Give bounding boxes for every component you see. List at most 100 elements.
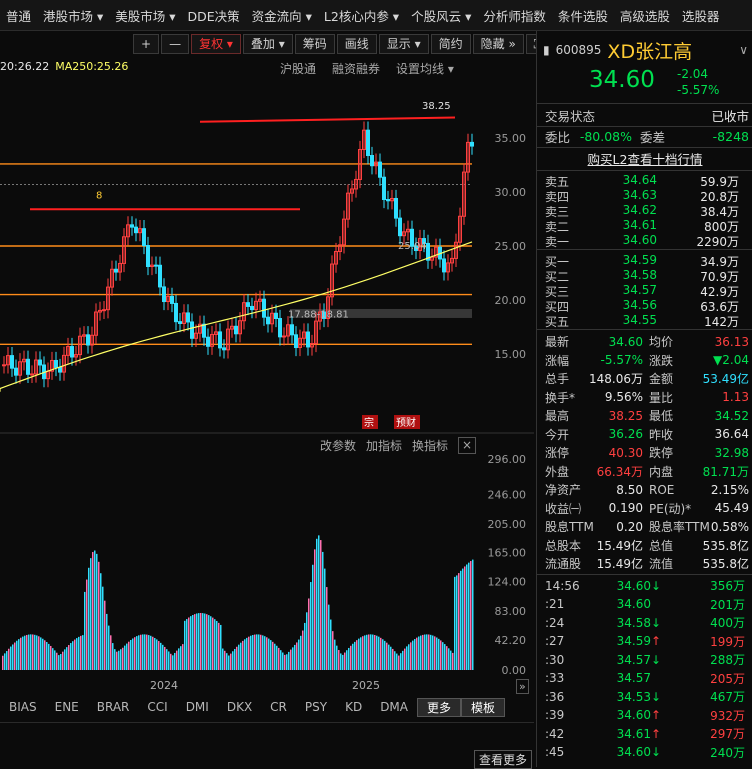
draw-line-button[interactable]: 画线 xyxy=(336,34,377,54)
volume-bar xyxy=(268,638,270,670)
volume-bar xyxy=(22,636,24,670)
volume-bar xyxy=(180,646,182,670)
volume-bar xyxy=(128,641,130,670)
sell-level-label: 卖二 xyxy=(545,220,570,234)
switch-indicator-button[interactable]: 换指标 xyxy=(412,437,448,454)
buy-level-price: 34.58 xyxy=(622,268,657,282)
volume-bar xyxy=(332,631,334,670)
stat-value: -5.57% xyxy=(600,353,643,367)
tick-row: :24 34.58↓ 400万 xyxy=(537,614,752,631)
volume-bar xyxy=(166,649,168,670)
view-more-button[interactable]: 查看更多 xyxy=(474,750,533,769)
more-indicators-button[interactable]: 更多 xyxy=(417,697,462,717)
add-indicator-button[interactable]: 加指标 xyxy=(366,437,402,454)
indicator-cr[interactable]: CR xyxy=(261,700,296,714)
indicator-cci[interactable]: CCI xyxy=(138,700,176,714)
overlay-button[interactable]: 叠加 ▾ xyxy=(242,34,293,54)
buy-level-row: 买一 34.59 34.9万 xyxy=(537,253,752,269)
display-button[interactable]: 显示 ▾ xyxy=(378,34,429,54)
indicator-dmi[interactable]: DMI xyxy=(177,700,218,714)
tick-row: :45 34.60↓ 240万 xyxy=(537,744,752,761)
menu-item[interactable]: 港股市场 ▾ xyxy=(37,6,109,25)
volume-chart[interactable]: 296.00 246.00 205.00 165.00 124.00 83.00 42.20… xyxy=(0,455,534,675)
indicator-bias[interactable]: BIAS xyxy=(0,700,46,714)
volume-bar xyxy=(410,642,412,670)
indicator-dma[interactable]: DMA xyxy=(371,700,417,714)
indicator-psy[interactable]: PSY xyxy=(296,700,336,714)
stock-code: 600895 xyxy=(555,43,602,57)
candle-body xyxy=(306,331,310,348)
vol-axis-label: 42.20 xyxy=(495,634,527,647)
close-icon[interactable]: × xyxy=(458,437,477,454)
scroll-right-icon[interactable]: » xyxy=(516,679,529,694)
stat-label: 总股本 xyxy=(545,538,582,553)
menu-item[interactable]: 选股器 xyxy=(676,6,726,25)
indicator-dkx[interactable]: DKX xyxy=(218,700,261,714)
volume-bar xyxy=(150,635,152,670)
dropdown-icon[interactable]: ▮ xyxy=(543,43,550,57)
indicator-brar[interactable]: BRAR xyxy=(88,700,139,714)
volume-bar xyxy=(330,619,332,670)
menu-item[interactable]: 条件选股 xyxy=(552,6,614,25)
candle-body xyxy=(58,366,62,373)
zoom-in-button[interactable]: + xyxy=(133,34,160,54)
tick-time: :24 xyxy=(545,615,565,630)
volume-bar xyxy=(218,622,220,670)
volume-bar xyxy=(356,640,358,670)
volume-bar xyxy=(336,645,338,670)
template-button[interactable]: 模板 xyxy=(461,697,506,717)
tab-margin[interactable]: 融资融券 xyxy=(332,60,380,77)
trade-status: 已收市 xyxy=(711,109,749,124)
tab-ma-settings[interactable]: 设置均线 ▾ xyxy=(396,60,454,77)
buy-level-volume: 142万 xyxy=(704,315,739,329)
candle-body xyxy=(262,298,266,318)
change-percent: -5.57% xyxy=(677,83,720,97)
volume-bar xyxy=(34,634,36,670)
menu-item[interactable]: 个股风云 ▾ xyxy=(405,6,477,25)
simple-button[interactable]: 简约 xyxy=(430,34,471,54)
buy-l2-link[interactable]: 购买L2查看十档行情 xyxy=(537,150,752,167)
menu-item[interactable]: DDE决策 xyxy=(182,6,246,25)
volume-bar xyxy=(256,634,258,670)
volume-bar xyxy=(6,651,8,670)
stat-value: 535.8亿 xyxy=(702,557,749,571)
volume-bar xyxy=(152,636,154,670)
sell-level-row: 卖二 34.61 800万 xyxy=(537,218,752,234)
stat-value: 9.56% xyxy=(604,390,643,404)
indicator-kd[interactable]: KD xyxy=(336,700,371,714)
volume-bar xyxy=(352,643,354,670)
volume-bar xyxy=(48,643,50,670)
sell-level-row: 卖三 34.62 38.4万 xyxy=(537,203,752,219)
candle-body xyxy=(370,155,374,167)
volume-bar xyxy=(86,579,88,670)
sell-level-price: 34.62 xyxy=(622,203,657,217)
volume-bar xyxy=(436,637,438,670)
volume-bar xyxy=(114,649,116,670)
tick-row: :30 34.57↓ 288万 xyxy=(537,651,752,668)
indicator-ene[interactable]: ENE xyxy=(46,700,88,714)
menu-item[interactable]: 分析师指数 xyxy=(477,6,552,25)
menu-item[interactable]: 资金流向 ▾ xyxy=(246,6,318,25)
chips-button[interactable]: 筹码 xyxy=(294,34,335,54)
zoom-out-button[interactable]: — xyxy=(161,34,190,54)
volume-bar xyxy=(228,655,230,670)
candle-body xyxy=(130,224,134,228)
volume-bar xyxy=(206,614,208,670)
menu-item[interactable]: 普通 xyxy=(0,6,37,25)
tab-hugutong[interactable]: 沪股通 xyxy=(280,60,316,77)
edit-params-button[interactable]: 改参数 xyxy=(320,437,356,454)
stat-label: 最新 xyxy=(545,335,570,349)
high-label: 38.25 xyxy=(422,101,451,112)
menu-item[interactable]: L2核心内参 ▾ xyxy=(318,6,405,25)
volume-bar xyxy=(30,634,32,670)
hide-button[interactable]: 隐藏 » xyxy=(472,34,524,54)
volume-bar xyxy=(64,649,66,670)
candle-body xyxy=(266,316,270,325)
close-icon[interactable]: ∨ xyxy=(739,43,752,57)
kline-chart[interactable]: 38.25 8 17.88-18.81 25.04 35.00 30.00 25.00 20.… xyxy=(0,78,534,438)
menu-item[interactable]: 美股市场 ▾ xyxy=(109,6,181,25)
fuquan-button[interactable]: 复权 ▾ xyxy=(191,34,241,54)
volume-bar xyxy=(316,538,318,670)
vol-axis-label: 124.00 xyxy=(488,576,527,589)
menu-item[interactable]: 高级选股 xyxy=(614,6,676,25)
